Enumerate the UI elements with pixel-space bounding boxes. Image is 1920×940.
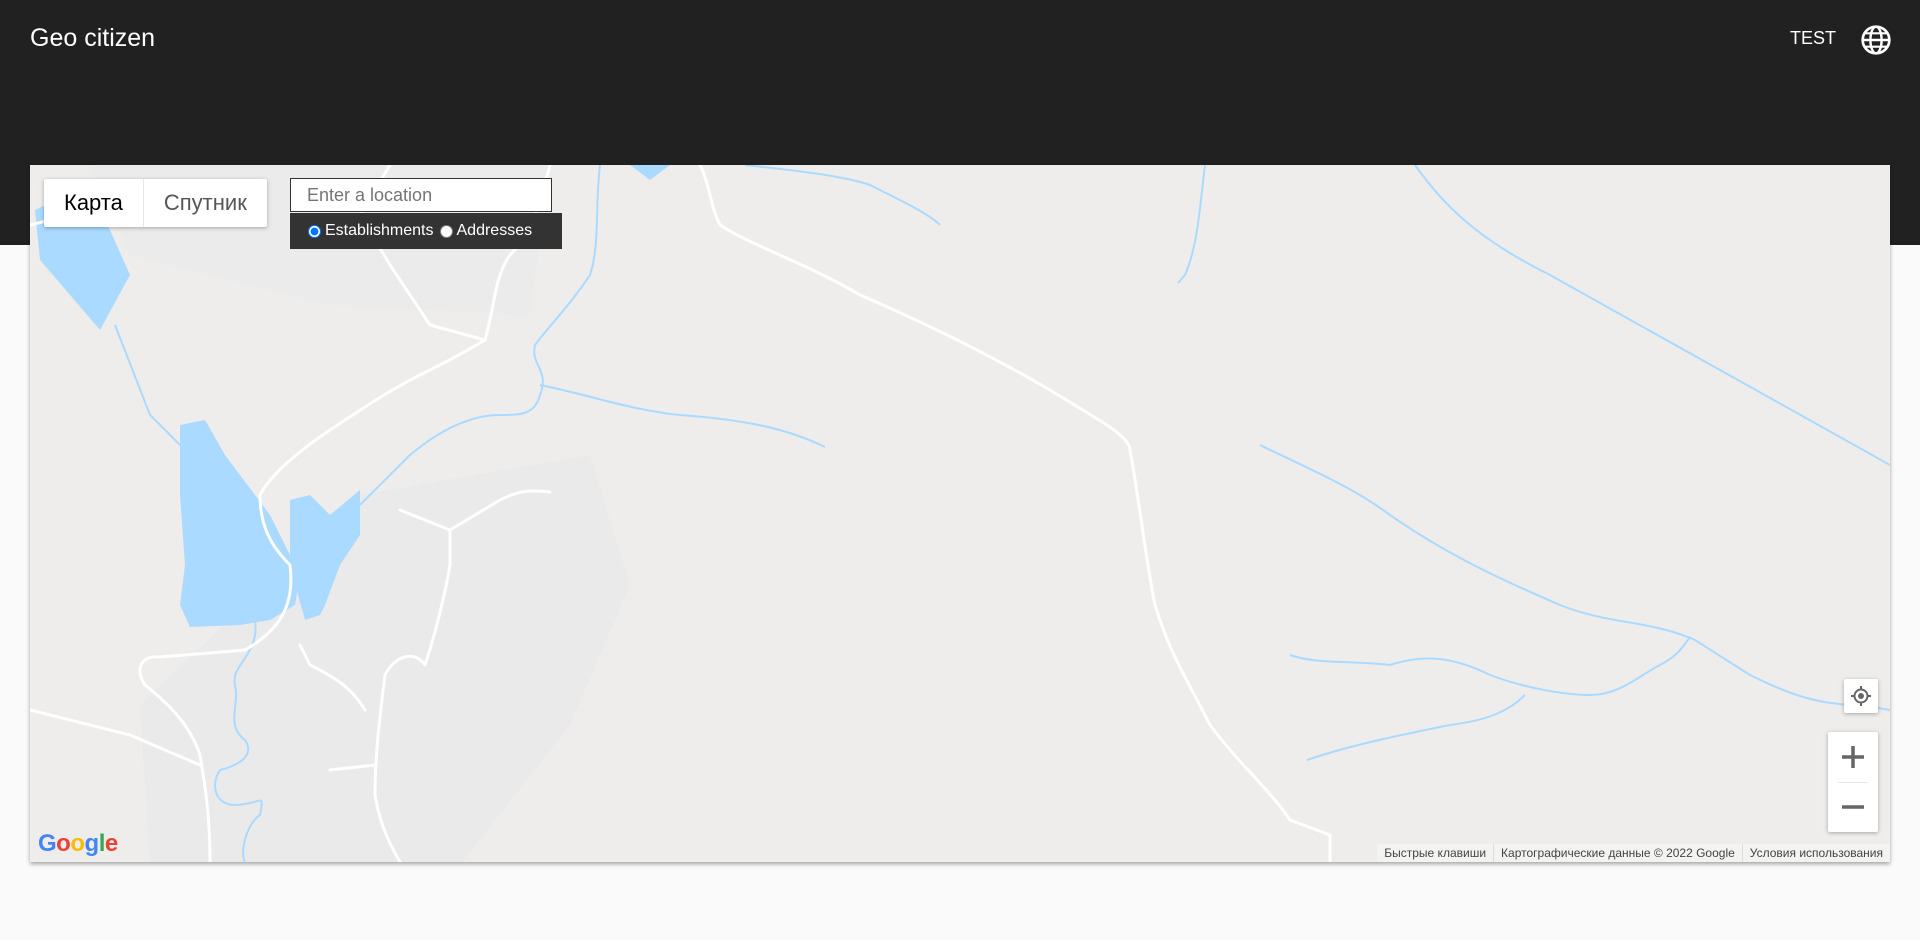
- addresses-radio[interactable]: [439, 224, 453, 238]
- map-type-control: Карта Спутник: [44, 179, 267, 227]
- user-menu[interactable]: TEST: [1790, 28, 1836, 49]
- establishments-label: Establishments: [325, 222, 434, 239]
- google-logo[interactable]: Google: [38, 830, 118, 858]
- lake: [180, 420, 300, 627]
- establishments-option[interactable]: Establishments: [308, 222, 434, 240]
- map-attribution: Быстрые клавиши Картографические данные …: [1377, 844, 1890, 862]
- map-canvas[interactable]: Карта Спутник Establishments Addresses: [30, 165, 1890, 862]
- globe-icon: [1861, 25, 1891, 55]
- app-title[interactable]: Geo citizen: [30, 24, 155, 53]
- terms-of-use-link[interactable]: Условия использования: [1741, 844, 1890, 862]
- language-button[interactable]: [1860, 24, 1892, 56]
- lake: [600, 165, 670, 180]
- establishments-radio[interactable]: [308, 224, 321, 238]
- zoom-control: [1828, 732, 1878, 832]
- zoom-in-button[interactable]: [1828, 732, 1878, 782]
- map-tiles[interactable]: [30, 165, 1890, 862]
- keyboard-shortcuts-link[interactable]: Быстрые клавиши: [1377, 844, 1493, 862]
- minus-icon: [1842, 805, 1864, 809]
- map-type-satellite-button[interactable]: Спутник: [142, 179, 267, 227]
- my-location-icon: [1851, 686, 1871, 706]
- location-search-input[interactable]: [290, 178, 552, 212]
- search-type-selector: Establishments Addresses: [290, 213, 562, 249]
- my-location-button[interactable]: [1844, 679, 1878, 713]
- map-data-credit: Картографические данные © 2022 Google: [1493, 844, 1742, 862]
- zoom-out-button[interactable]: [1828, 782, 1878, 832]
- map-type-map-button[interactable]: Карта: [44, 179, 143, 227]
- addresses-option[interactable]: Addresses: [439, 222, 533, 240]
- addresses-label: Addresses: [456, 222, 533, 239]
- plus-icon: [1842, 746, 1864, 768]
